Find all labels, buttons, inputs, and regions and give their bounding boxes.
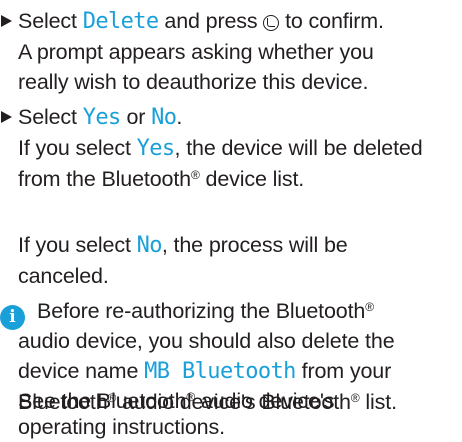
- step-delete-line-1: Select Delete and press to confirm.: [18, 9, 384, 34]
- step-delete: Select Delete and press to confirm. A pr…: [1, 6, 458, 97]
- info-line-2: audio device, you should also delete the: [18, 329, 395, 353]
- note-no-line-1: If you select No, the process will be: [18, 233, 348, 258]
- note-no: If you select No, the process will be ca…: [18, 230, 458, 291]
- step-delete-line-3: really wish to deauthorize this device.: [18, 70, 369, 94]
- step-delete-line-2: A prompt appears asking whether you: [18, 40, 374, 64]
- keyword-yes: Yes: [82, 105, 122, 130]
- keyword-mb-bluetooth: MB Bluetooth: [144, 359, 296, 384]
- info-note: Before re-authorizing the Bluetooth®: [37, 296, 457, 326]
- step-yes-no-line-2: If you select Yes, the device will be de…: [18, 136, 423, 161]
- step-yes-no-line-1: Select Yes or No.: [18, 105, 183, 130]
- instruction-page: Select Delete and press to confirm. A pr…: [0, 0, 462, 442]
- note-no-line-2: canceled.: [18, 264, 109, 288]
- bullet-arrow-icon: [1, 15, 12, 27]
- registered-mark: ®: [191, 167, 200, 182]
- step-yes-no: Select Yes or No. If you select Yes, the…: [1, 102, 458, 194]
- step-yes-no-line-3: from the Bluetooth® device list.: [18, 167, 305, 191]
- info-note-end: operating instructions.: [18, 412, 458, 442]
- keyword-no: No: [136, 233, 163, 258]
- keyword-yes: Yes: [136, 136, 176, 161]
- bullet-arrow-icon: [1, 111, 12, 123]
- info-line-6: operating instructions.: [18, 415, 225, 439]
- keyword-delete: Delete: [82, 9, 159, 34]
- info-line-1: Before re-authorizing the Bluetooth®: [37, 299, 374, 323]
- keyword-no: No: [151, 105, 177, 130]
- info-line-3: device name MB Bluetooth from your: [18, 359, 392, 384]
- controller-knob-icon: [263, 15, 280, 31]
